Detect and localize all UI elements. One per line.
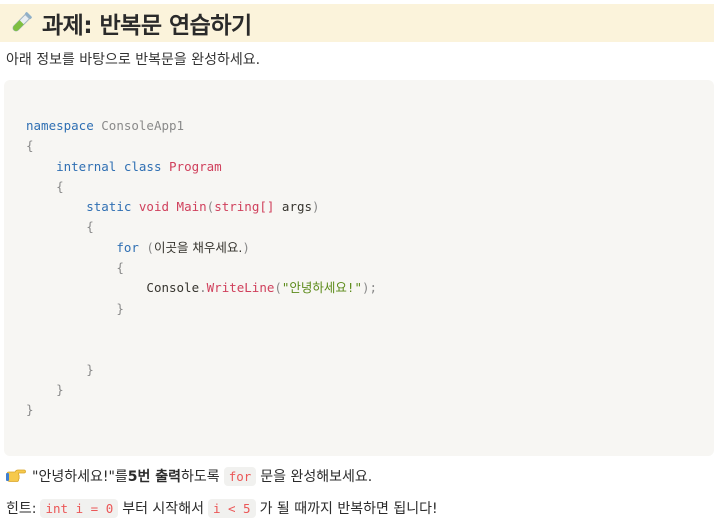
inline-code-for: for: [223, 466, 257, 486]
instruction-text-2: 하도록: [181, 469, 220, 485]
instruction-text-3: 문을 완성해보세요.: [260, 469, 373, 485]
code-string: "안녕하세요!": [281, 280, 362, 296]
code-paren: (: [138, 239, 154, 255]
code-console: Console: [146, 280, 200, 296]
code-paren: (: [274, 280, 282, 296]
instruction: "안녕하세요!"를 5번 출력 하도록 for 문을 완성해보세요.: [6, 466, 372, 486]
code-brace: }: [56, 381, 64, 397]
code-brace: {: [56, 178, 64, 194]
code-keyword: namespace: [26, 118, 94, 133]
code-param-type: string[]: [214, 199, 275, 215]
hint-text-2: 가 될 때까지 반복하면 됩니다!: [259, 501, 438, 517]
code-namespace-name: ConsoleApp1: [101, 118, 185, 133]
code-class-name: Program: [169, 158, 222, 174]
code-text: namespace ConsoleApp1 { internal class P…: [26, 116, 377, 420]
code-param-name: args: [274, 199, 313, 215]
instruction-text-1: "안녕하세요!"를: [32, 469, 128, 485]
code-paren: ): [242, 239, 250, 255]
inline-code-condition: i < 5: [207, 498, 256, 518]
code-brace: }: [86, 361, 94, 377]
code-method-call: WriteLine: [206, 280, 275, 296]
title-bar: 과제: 반복문 연습하기: [0, 4, 714, 42]
code-brace: {: [26, 138, 34, 154]
hint: 힌트: int i = 0 부터 시작해서 i < 5가 될 때까지 반복하면 됩…: [6, 498, 438, 518]
code-brace: {: [116, 260, 124, 276]
code-block[interactable]: namespace ConsoleApp1 { internal class P…: [4, 80, 714, 456]
pointing-hand-icon: [6, 468, 26, 484]
code-paren: );: [361, 280, 378, 296]
code-keyword: void: [138, 199, 170, 215]
test-tube-icon: [6, 8, 36, 38]
code-brace: }: [26, 402, 34, 418]
code-brace: {: [86, 219, 94, 235]
hint-text-1: 부터 시작해서: [122, 501, 204, 517]
page: 과제: 반복문 연습하기 아래 정보를 바탕으로 반복문을 완성하세요. nam…: [0, 0, 714, 527]
page-title: 과제: 반복문 연습하기: [42, 13, 252, 39]
inline-code-init: int i = 0: [40, 498, 119, 518]
code-keyword: static: [86, 199, 132, 215]
code-placeholder: 이곳을 채우세요.: [153, 239, 243, 255]
code-dot: .: [199, 280, 207, 296]
code-paren: ): [312, 199, 320, 215]
code-keyword: internal: [56, 158, 117, 174]
code-keyword: for: [116, 239, 139, 255]
hint-label: 힌트:: [6, 501, 37, 517]
code-keyword: class: [123, 158, 162, 174]
instruction-bold: 5번 출력: [127, 469, 182, 485]
code-brace: }: [116, 300, 124, 316]
code-method-name: Main: [176, 199, 207, 215]
subtitle: 아래 정보를 바탕으로 반복문을 완성하세요.: [6, 52, 261, 68]
